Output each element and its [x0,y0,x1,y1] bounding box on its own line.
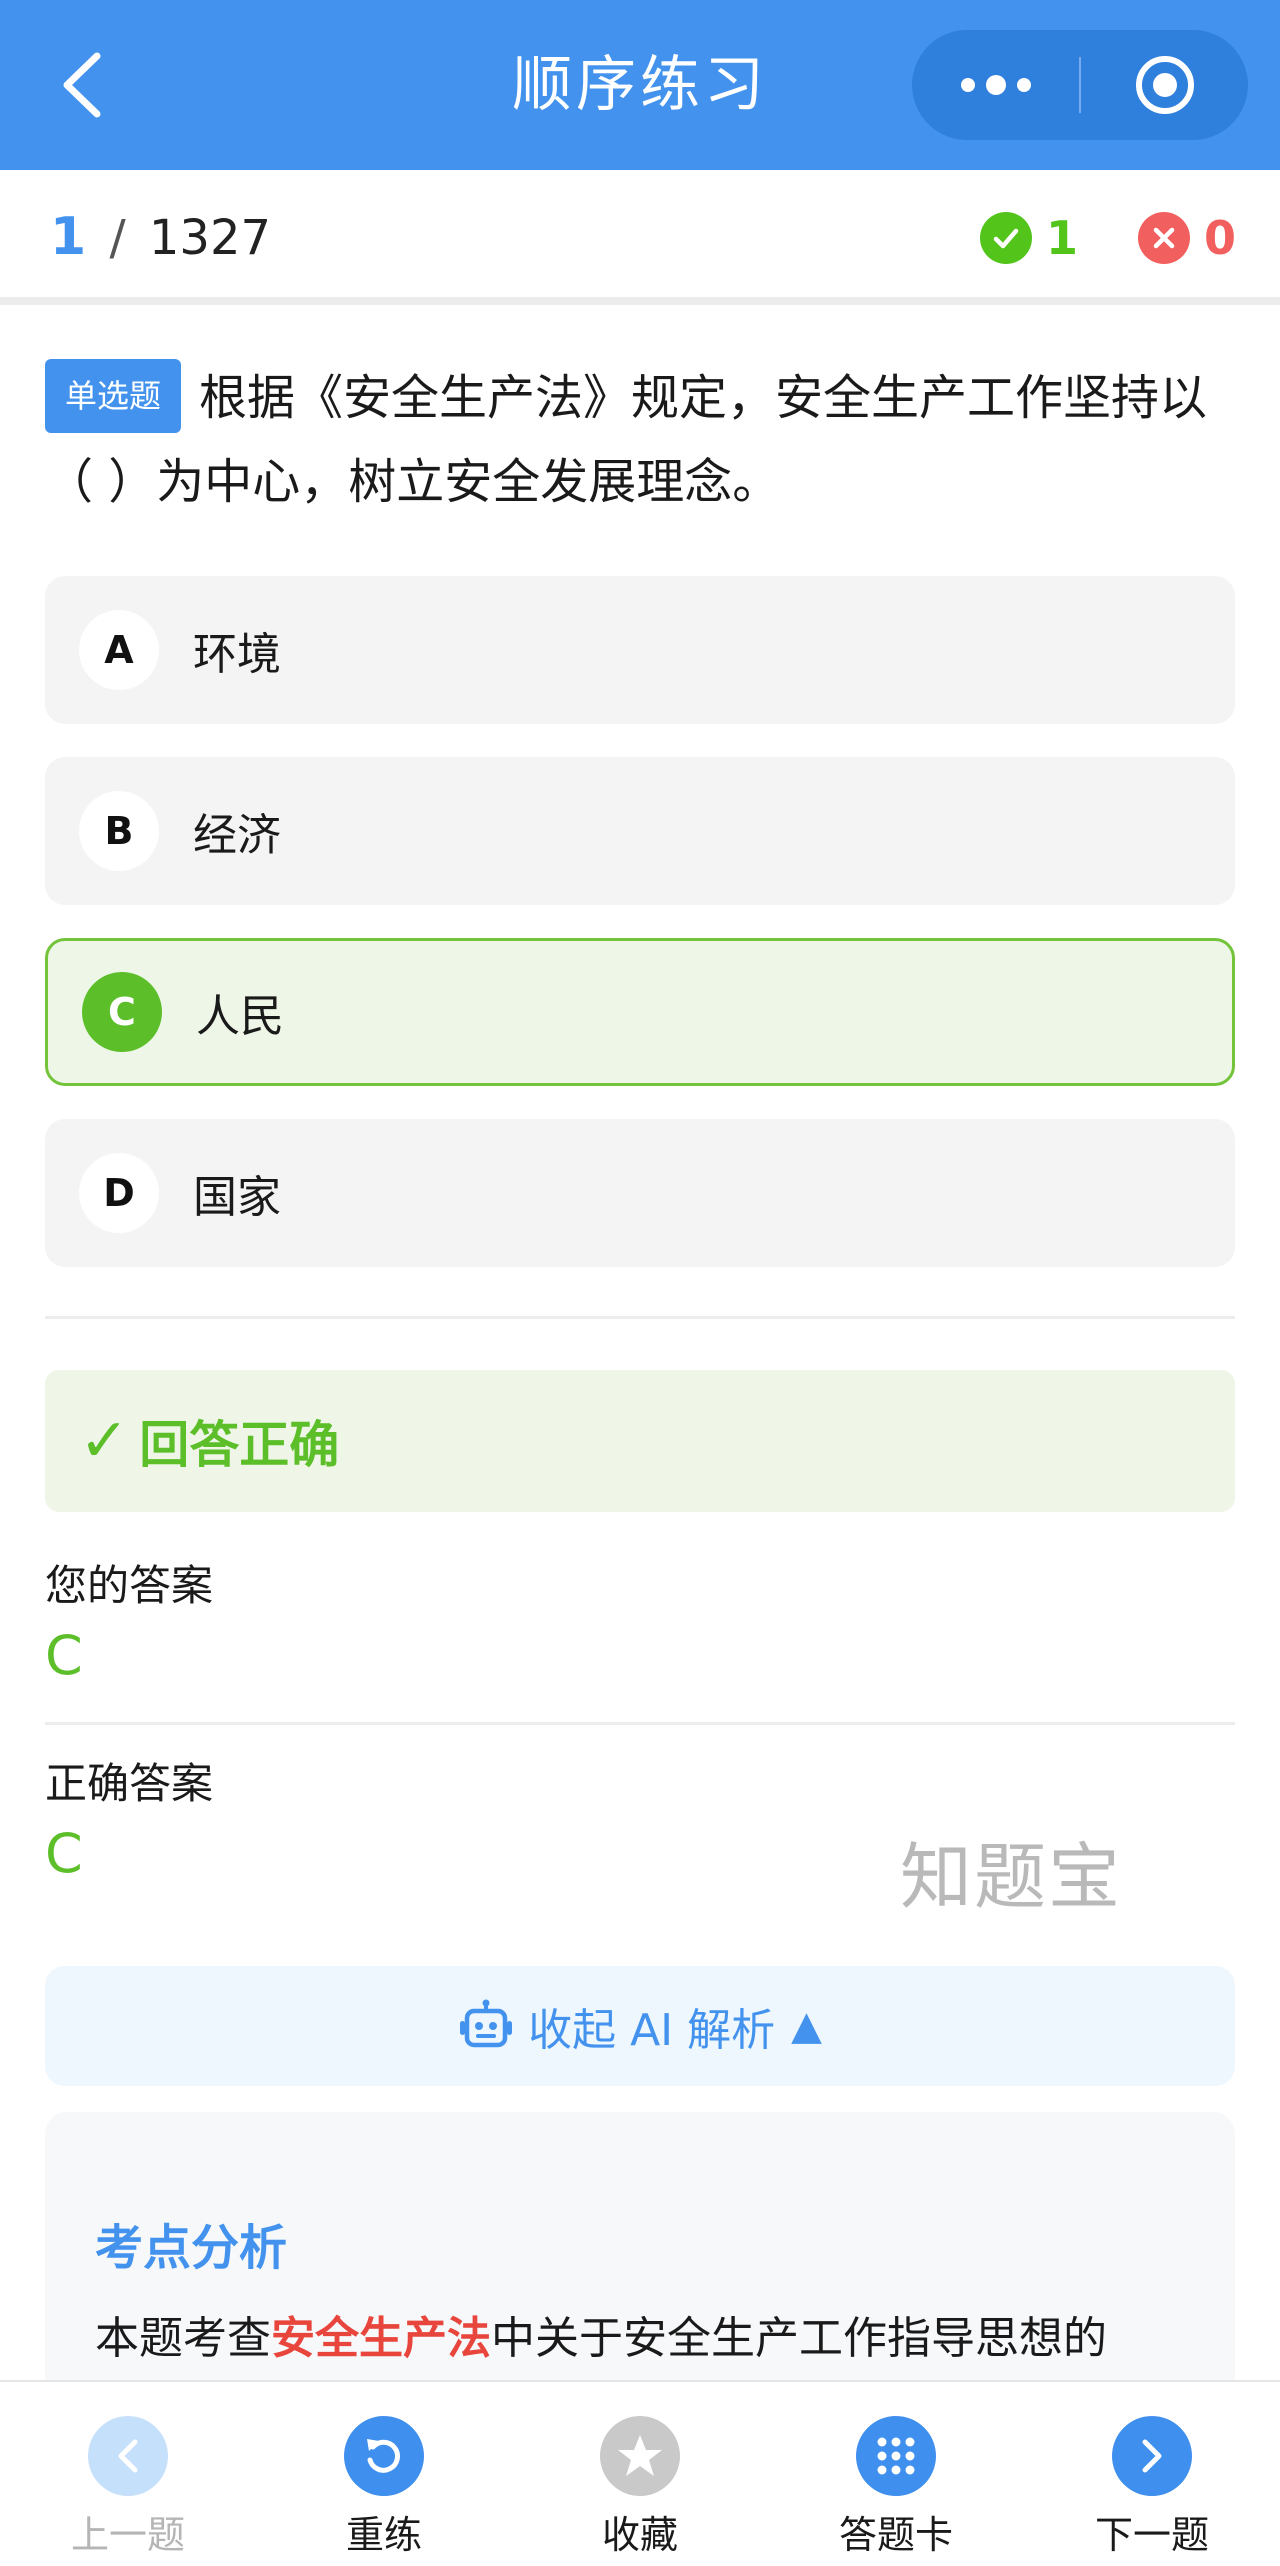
grid-icon [856,2416,936,2496]
your-answer-value: C [45,1624,83,1687]
refresh-icon [344,2416,424,2496]
analysis-text: 本题考查安全生产法中关于安全生产工作指导思想的 [95,2302,1195,2366]
correct-count: 1 [1046,210,1079,265]
correct-answer-value: C [45,1822,83,1885]
option-b[interactable]: B 经济 [45,757,1235,905]
chevron-left-icon [88,2416,168,2496]
answer-card-button[interactable]: 答题卡 [768,2382,1024,2566]
miniprogram-capsule [912,30,1248,140]
bottom-toolbar: 上一题 重练 收藏 答题卡 下一题 [0,2380,1280,2566]
option-text: 环境 [193,629,281,680]
wrong-count: 0 [1204,210,1237,265]
next-question-button[interactable]: 下一题 [1024,2382,1280,2566]
answer-card-label: 答题卡 [838,2513,953,2557]
current-question-number: 1 [50,207,87,267]
retry-label: 重练 [345,2513,422,2557]
chevron-right-icon [1112,2416,1192,2496]
more-dots-icon [960,75,1031,95]
correct-score: 1 [980,170,1078,305]
result-message: 回答正确 [139,1416,340,1474]
cross-circle-icon [1138,211,1190,264]
option-c[interactable]: C 人民 [45,938,1235,1086]
your-answer-label: 您的答案 [45,1561,214,1610]
option-letter: D [79,1153,159,1233]
ai-analysis-toggle-button[interactable]: 收起 AI 解析 ▲ [45,1966,1235,2086]
analysis-section-title: 考点分析 [95,2220,288,2276]
result-banner: ✓ 回答正确 [45,1370,1235,1512]
question-counter: 1 / 1327 [50,170,271,305]
check-circle-icon [980,211,1032,264]
prev-question-button[interactable]: 上一题 [0,2382,256,2566]
more-button[interactable] [912,30,1079,140]
favorite-button[interactable]: 收藏 [512,2382,768,2566]
question-stem: 单选题 根据《安全生产法》规定，安全生产工作坚持以（ ）为中心，树立安全发展理念。 [45,356,1235,524]
section-divider [45,1316,1235,1319]
favorite-label: 收藏 [601,2513,678,2557]
option-text: 人民 [196,991,284,1042]
analysis-text-after: 中关于安全生产工作指导思想的 [491,2313,1107,2364]
watermark: 知题宝 [900,1835,1123,1919]
analysis-keyword: 安全生产法 [271,2313,491,2364]
option-text: 国家 [193,1172,281,1223]
progress-row: 1 / 1327 1 0 [0,170,1280,305]
question-text: 根据《安全生产法》规定，安全生产工作坚持以（ ）为中心，树立安全发展理念。 [45,370,1208,510]
wrong-score: 0 [1138,170,1236,305]
ai-toggle-label: 收起 AI 解析 [528,2005,776,2056]
option-letter: B [79,791,159,871]
option-text: 经济 [193,810,281,861]
option-letter: C [82,972,162,1052]
navigation-bar: 顺序练习 [0,0,1280,170]
correct-answer-label: 正确答案 [45,1759,214,1808]
next-question-label: 下一题 [1094,2513,1209,2557]
prev-question-label: 上一题 [70,2513,185,2557]
retry-button[interactable]: 重练 [256,2382,512,2566]
answer-divider [45,1722,1235,1725]
question-type-badge: 单选题 [45,359,182,433]
target-circle-icon [1135,56,1194,114]
option-letter: A [79,610,159,690]
robot-icon [460,1999,513,2048]
analysis-text-before: 本题考查 [95,2313,271,2364]
star-icon [600,2416,680,2496]
checkmark-icon: ✓ [79,1406,130,1476]
counter-separator: / [109,210,126,266]
close-miniprogram-button[interactable] [1081,30,1248,140]
total-question-count: 1327 [148,210,272,266]
option-a[interactable]: A 环境 [45,576,1235,724]
triangle-up-icon: ▲ [791,2003,822,2049]
option-d[interactable]: D 国家 [45,1119,1235,1267]
